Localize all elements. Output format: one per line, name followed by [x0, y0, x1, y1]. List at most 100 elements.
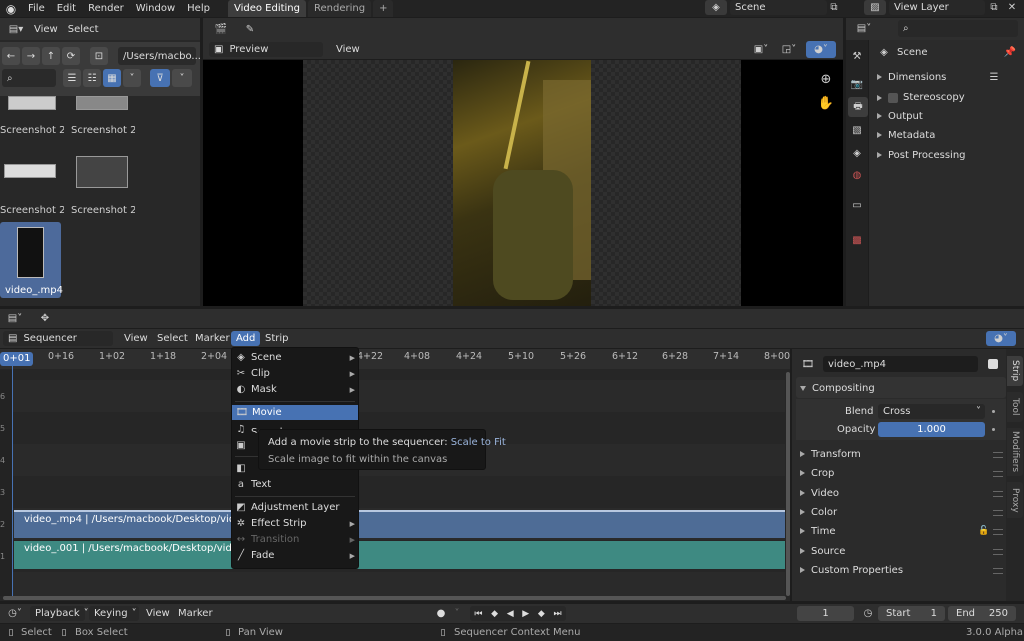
texture-props-icon[interactable]: ▩: [848, 231, 866, 249]
seq-menu-strip[interactable]: Strip: [260, 333, 294, 344]
view-layer-field[interactable]: View Layer: [889, 0, 985, 15]
section-video[interactable]: Video: [800, 484, 839, 502]
timeline-menu-marker[interactable]: Marker: [173, 608, 218, 619]
file-label[interactable]: Screenshot 2...: [71, 205, 135, 216]
add-menu-item-adjustment-layer[interactable]: ◩ Adjustment Layer: [231, 500, 359, 515]
parent-dir-icon[interactable]: ↑: [42, 47, 60, 65]
render-props-icon[interactable]: 📷: [848, 75, 866, 93]
tab-tool[interactable]: Tool: [1007, 392, 1023, 422]
section-crop[interactable]: Crop: [800, 464, 834, 482]
section-time[interactable]: Time: [800, 522, 835, 540]
clock-icon[interactable]: ◷: [861, 606, 875, 621]
overlay-toggle-icon[interactable]: ◕˅: [986, 331, 1016, 346]
playhead-line[interactable]: [12, 366, 13, 596]
drag-handle-icon[interactable]: [993, 529, 1003, 535]
add-menu-item-mask[interactable]: ◐ Mask ▶: [231, 382, 359, 397]
keyframe-dot-icon[interactable]: [992, 428, 995, 431]
strip-movie-copy[interactable]: video_.001 | /Users/macbook/Desktop/vide…: [14, 541, 785, 569]
filter-search-input[interactable]: ⌕: [2, 69, 56, 87]
view-layer-props-icon[interactable]: ▧: [848, 121, 866, 139]
add-menu-item-fade[interactable]: ╱ Fade ▶: [231, 548, 359, 563]
file-label[interactable]: Screenshot 2...: [71, 125, 135, 136]
seq-menu-select[interactable]: Select: [152, 333, 193, 344]
add-workspace-button[interactable]: +: [373, 0, 394, 17]
prev-keyframe-icon[interactable]: ◆: [491, 609, 498, 619]
properties-search-input[interactable]: ⌕: [898, 20, 1018, 37]
world-props-icon[interactable]: ◍: [848, 166, 866, 184]
play-reverse-icon[interactable]: ◀: [507, 609, 514, 619]
file-label[interactable]: Screenshot 2...: [0, 125, 64, 136]
compositing-header[interactable]: Compositing: [800, 379, 875, 397]
forward-arrow-icon[interactable]: →: [22, 47, 40, 65]
section-transform[interactable]: Transform: [800, 445, 861, 463]
current-frame-indicator[interactable]: 0+01: [0, 352, 34, 366]
file-label[interactable]: video_.mp4: [5, 285, 65, 296]
drag-handle-icon[interactable]: [993, 549, 1003, 555]
new-view-layer-icon[interactable]: ⧉: [987, 0, 1001, 15]
new-folder-icon[interactable]: ⊡: [90, 47, 108, 65]
stereoscopy-checkbox[interactable]: [888, 92, 898, 103]
add-menu-item-clip[interactable]: ✂ Clip ▶: [231, 366, 359, 381]
scene-selector-icon[interactable]: ◈: [705, 0, 727, 15]
jump-end-icon[interactable]: ⏭: [553, 609, 561, 619]
scene-name-field[interactable]: Scene: [730, 0, 827, 15]
current-frame-field[interactable]: 1: [797, 606, 854, 621]
list-vertical-icon[interactable]: ☰: [63, 69, 81, 87]
file-thumb[interactable]: [76, 96, 128, 110]
clapper-icon[interactable]: 🎬: [208, 20, 234, 38]
tab-rendering[interactable]: Rendering: [308, 0, 372, 17]
blend-dropdown[interactable]: Cross ˅: [878, 404, 985, 419]
fb-menu-select[interactable]: Select: [63, 24, 104, 35]
menu-window[interactable]: Window: [130, 3, 181, 14]
add-menu-item-movie[interactable]: 🎞 Movie: [232, 405, 358, 420]
overlay-icon[interactable]: ◲˅: [778, 41, 800, 58]
drag-handle-icon[interactable]: [993, 471, 1003, 477]
seq-menu-view[interactable]: View: [119, 333, 153, 344]
remove-view-layer-icon[interactable]: ✕: [1005, 0, 1019, 15]
menu-edit[interactable]: Edit: [51, 3, 82, 14]
keying-dropdown[interactable]: Keying ˅: [89, 606, 139, 621]
drag-handle-icon[interactable]: [993, 510, 1003, 516]
lock-icon[interactable]: 🔓: [977, 525, 991, 537]
tab-strip[interactable]: Strip: [1007, 356, 1023, 386]
file-thumb[interactable]: [76, 156, 128, 188]
zoom-icon[interactable]: ⊕: [817, 70, 835, 88]
preview-mode-dropdown[interactable]: ▣ Preview: [209, 42, 323, 57]
timeline-menu-view[interactable]: View: [141, 608, 175, 619]
tab-proxy[interactable]: Proxy: [1007, 482, 1023, 518]
section-source[interactable]: Source: [800, 542, 845, 560]
strip-name-field[interactable]: video_.mp4: [823, 356, 978, 372]
tab-modifiers[interactable]: Modifiers: [1007, 428, 1023, 476]
sequencer-editor-type-icon[interactable]: ▤˅: [3, 310, 27, 327]
play-icon[interactable]: ▶: [522, 609, 529, 619]
add-menu-item-effect-strip[interactable]: ✲ Effect Strip ▶: [231, 516, 359, 531]
sequencer-mode-dropdown[interactable]: ▤ Sequencer: [3, 331, 113, 346]
section-color[interactable]: Color: [800, 503, 837, 521]
back-arrow-icon[interactable]: ←: [2, 47, 20, 65]
add-menu-item-scene[interactable]: ◈ Scene ▶: [231, 350, 359, 365]
scene-props-icon[interactable]: ◈: [848, 144, 866, 162]
section-metadata[interactable]: Metadata: [877, 130, 935, 141]
display-dropdown-icon[interactable]: ˅: [123, 69, 141, 87]
seq-menu-add[interactable]: Add: [231, 331, 261, 346]
tab-video-editing[interactable]: Video Editing: [227, 0, 306, 17]
blender-logo-icon[interactable]: ◉: [0, 0, 22, 17]
pan-hand-icon[interactable]: ✋: [817, 94, 835, 112]
file-thumb[interactable]: [8, 96, 56, 110]
tool-props-icon[interactable]: ⚒: [848, 47, 866, 65]
section-custom-properties[interactable]: Custom Properties: [800, 561, 903, 579]
record-icon[interactable]: ●: [434, 606, 448, 621]
collection-props-icon[interactable]: ▭: [848, 196, 866, 214]
path-field[interactable]: /Users/macbo...: [118, 47, 201, 65]
drag-handle-icon[interactable]: [993, 568, 1003, 574]
view-layer-icon[interactable]: ▨: [864, 0, 886, 15]
file-label[interactable]: Screenshot 2...: [0, 205, 64, 216]
timeline-editor-icon[interactable]: ◷˅: [3, 605, 27, 622]
opacity-slider[interactable]: 1.000: [878, 422, 985, 437]
fb-menu-view[interactable]: View: [29, 24, 63, 35]
section-dimensions[interactable]: Dimensions: [877, 72, 946, 83]
filter-dropdown-icon[interactable]: ˅: [172, 69, 192, 87]
add-menu-item-text[interactable]: a Text: [231, 477, 359, 492]
presets-list-icon[interactable]: ☰: [987, 70, 1001, 84]
file-thumb[interactable]: [4, 164, 56, 178]
